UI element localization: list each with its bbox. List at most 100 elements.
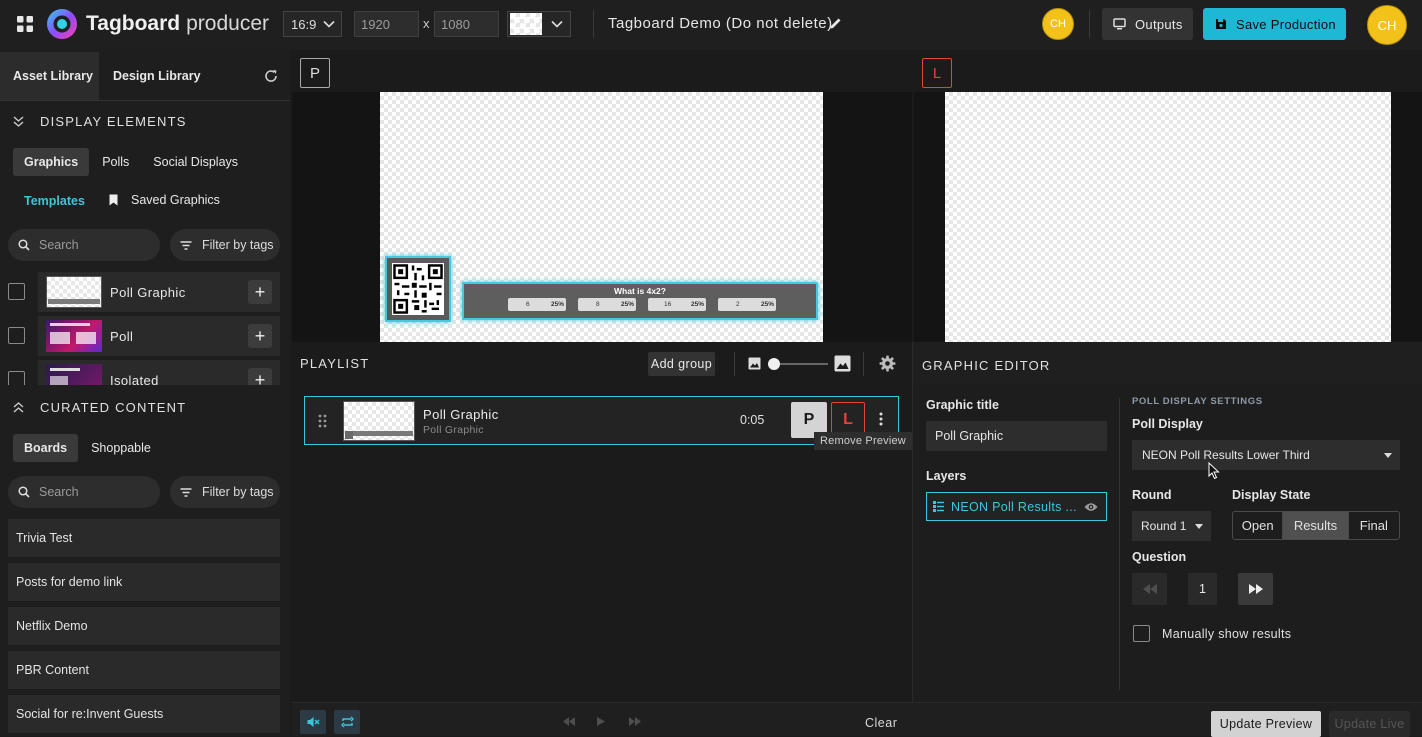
question-label: Question [1132,550,1187,564]
round-select[interactable]: Round 1 [1132,511,1211,541]
background-select[interactable] [507,11,571,37]
mute-button[interactable] [300,710,326,734]
asset-row-poll-graphic[interactable]: Poll Graphic + [38,272,280,312]
sidebar-divider [0,100,290,101]
bookmark-icon [109,194,118,206]
eye-icon[interactable] [1084,502,1098,512]
more-vertical-icon[interactable] [879,412,883,426]
board-item[interactable]: Posts for demo link [8,563,280,601]
playlist-divider [734,352,735,376]
poll-lower-third[interactable]: What is 4x2? 6 25% 8 25% 16 25% 2 25% [462,282,818,320]
asset-checkbox[interactable] [8,327,25,344]
graphic-title-value: Poll Graphic [935,429,1004,443]
mouse-cursor-icon [1208,462,1220,480]
board-item[interactable]: Social for re:Invent Guests [8,695,280,733]
play-icon[interactable] [597,717,605,726]
thumbnail-size-slider[interactable] [768,357,828,371]
asset-row-isolated[interactable]: Isolated + [38,360,280,385]
state-final-button[interactable]: Final [1349,512,1399,539]
add-asset-button[interactable]: + [248,280,272,304]
outputs-button[interactable]: Outputs [1102,8,1193,40]
update-preview-button[interactable]: Update Preview [1211,711,1321,737]
display-elements-header[interactable]: DISPLAY ELEMENTS [0,102,290,140]
subtab-saved-graphics[interactable]: Saved Graphics [109,193,220,207]
tab-asset-library[interactable]: Asset Library [0,52,99,100]
asset-checkbox[interactable] [8,371,25,385]
filter-by-tags-button[interactable]: Filter by tags [170,476,280,508]
playlist-item-title: Poll Graphic [423,407,499,422]
layer-name: NEON Poll Results ... [951,499,1077,514]
add-asset-button[interactable]: + [248,324,272,348]
asset-checkbox[interactable] [8,283,25,300]
add-asset-button[interactable]: + [248,368,272,385]
collaborator-avatar[interactable]: CH [1042,8,1074,40]
playlist-item-duration[interactable]: 0:05 [740,413,764,427]
tab-polls[interactable]: Polls [91,148,140,176]
preview-canvas[interactable]: What is 4x2? 6 25% 8 25% 16 25% 2 25% [380,92,823,342]
tab-graphics[interactable]: Graphics [13,148,90,176]
search-placeholder: Search [39,485,79,499]
section-title: DISPLAY ELEMENTS [40,113,187,129]
aspect-ratio-value: 16:9 [291,16,317,32]
tab-design-library[interactable]: Design Library [99,52,209,100]
state-open-button[interactable]: Open [1233,512,1284,539]
filter-label: Filter by tags [202,485,274,499]
tab-shoppable[interactable]: Shoppable [80,434,162,462]
board-item[interactable]: PBR Content [8,651,280,689]
transparent-swatch [510,13,542,35]
curated-content-header[interactable]: CURATED CONTENT [0,388,290,426]
production-title[interactable]: Tagboard Demo (Do not delete) [608,15,833,32]
skip-back-icon[interactable] [563,717,575,726]
board-item[interactable]: Netflix Demo [8,607,280,645]
playlist-divider [863,352,864,376]
layer-item[interactable]: NEON Poll Results ... [926,492,1107,521]
skip-forward-icon[interactable] [629,717,641,726]
app-name-light: producer [186,12,270,35]
clear-button[interactable]: Clear [865,716,897,730]
chevron-down-icon [551,20,563,28]
poll-display-select[interactable]: NEON Poll Results Lower Third [1132,440,1400,470]
gear-icon[interactable] [879,355,896,372]
slider-handle[interactable] [768,358,780,370]
editor-title: GRAPHIC EDITOR [922,358,1051,373]
update-live-button[interactable]: Update Live [1329,711,1410,737]
manually-show-results-label: Manually show results [1162,627,1292,641]
next-question-button[interactable] [1238,573,1273,605]
graphic-title-input[interactable]: Poll Graphic [926,421,1107,451]
pencil-icon[interactable] [829,16,843,30]
app-grid-icon[interactable] [17,16,33,32]
tab-social-displays[interactable]: Social Displays [142,148,249,176]
manually-show-results-checkbox[interactable] [1133,625,1150,642]
aspect-ratio-select[interactable]: 16:9 [283,11,342,37]
question-number[interactable]: 1 [1188,573,1217,605]
refresh-icon[interactable] [264,69,278,83]
board-item[interactable]: Trivia Test [8,519,280,557]
subtab-templates[interactable]: Templates [24,194,85,208]
qr-code-block[interactable] [385,256,451,322]
poll-option-percent: 25% [760,301,774,308]
search-input[interactable]: Search [8,229,160,261]
tab-boards[interactable]: Boards [13,434,79,462]
round-value: Round 1 [1141,519,1187,533]
playlist-item[interactable]: Poll Graphic Poll Graphic 0:05 P L [304,396,899,445]
save-production-button[interactable]: Save Production [1203,8,1346,40]
state-results-button[interactable]: Results [1283,512,1349,539]
search-input[interactable]: Search [8,476,160,508]
add-group-button[interactable]: Add group [648,352,715,376]
height-input[interactable]: 1080 [434,11,499,37]
toolbar-divider [593,10,594,38]
user-avatar[interactable]: CH [1367,5,1407,45]
dimension-separator: x [423,16,430,31]
filter-by-tags-button[interactable]: Filter by tags [170,229,280,261]
live-canvas[interactable] [945,92,1391,342]
poll-options: 6 25% 8 25% 16 25% 2 25% [508,298,776,311]
width-input[interactable]: 1920 [354,11,419,37]
chevron-down-icon [323,20,335,28]
loop-button[interactable] [334,710,360,734]
asset-row-poll[interactable]: Poll + [38,316,280,356]
section-title: CURATED CONTENT [40,399,187,415]
previous-question-button[interactable] [1132,573,1167,605]
chevrons-expand-icon [13,401,24,413]
drag-handle-icon[interactable] [318,414,327,428]
monitor-icon [1113,18,1126,30]
